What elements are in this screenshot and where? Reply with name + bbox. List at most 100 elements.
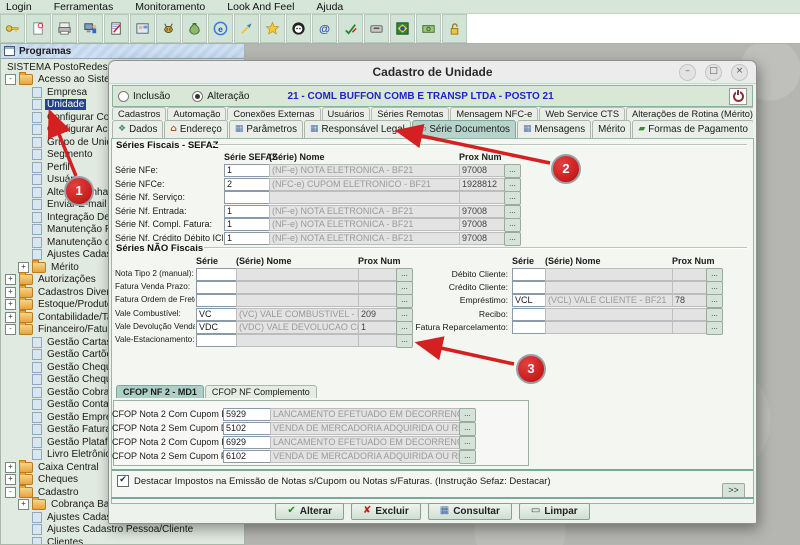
- notepad-icon[interactable]: [104, 14, 129, 43]
- serie-input[interactable]: 1: [224, 205, 272, 218]
- brazil-app-icon[interactable]: [390, 14, 415, 43]
- expander-icon[interactable]: +: [5, 312, 16, 323]
- tab-group[interactable]: Automação: [167, 107, 226, 120]
- cfop-code-input[interactable]: 6102: [223, 450, 273, 463]
- tab-page[interactable]: Mérito: [592, 120, 631, 138]
- tab-page[interactable]: Endereço: [164, 120, 227, 138]
- tab-page[interactable]: Dados: [112, 120, 163, 138]
- action-button[interactable]: Alterar: [275, 503, 344, 520]
- money-bag-icon[interactable]: [182, 14, 207, 43]
- exit-power-button[interactable]: [729, 88, 747, 105]
- cfop-code-input[interactable]: 6929: [223, 436, 273, 449]
- serie-input[interactable]: 1: [224, 218, 272, 231]
- menu-item[interactable]: Monitoramento: [135, 1, 205, 13]
- expander-icon[interactable]: -: [5, 324, 16, 335]
- expander-icon[interactable]: -: [5, 487, 16, 498]
- action-button[interactable]: Excluir: [351, 503, 421, 520]
- tab-group[interactable]: Séries Remotas: [371, 107, 449, 120]
- lookup-button[interactable]: [706, 321, 723, 335]
- lookup-button[interactable]: [504, 164, 521, 178]
- expander-icon[interactable]: +: [5, 462, 16, 473]
- lookup-button[interactable]: [706, 268, 723, 282]
- workstation-icon[interactable]: [78, 14, 103, 43]
- expander-icon[interactable]: +: [5, 274, 16, 285]
- contact-photo-icon[interactable]: [130, 14, 155, 43]
- expander-icon[interactable]: -: [5, 74, 16, 85]
- serie-input[interactable]: [512, 308, 548, 321]
- destacar-impostos-checkbox[interactable]: [117, 475, 129, 487]
- action-button[interactable]: Consultar: [428, 503, 512, 520]
- tab-group[interactable]: Web Service CTS: [539, 107, 625, 120]
- programs-panel-header[interactable]: Programas: [1, 44, 244, 59]
- tab-page[interactable]: Parâmetros: [229, 120, 303, 138]
- tree-item[interactable]: Ajustes Cadastro Pessoa/Cliente: [3, 524, 230, 537]
- cash-box-icon[interactable]: [364, 14, 389, 43]
- lookup-button[interactable]: [504, 218, 521, 232]
- lookup-button[interactable]: [504, 178, 521, 192]
- key-icon[interactable]: [0, 14, 25, 43]
- bee-icon[interactable]: [156, 14, 181, 43]
- tab-group[interactable]: Conexões Externas: [227, 107, 320, 120]
- maximize-icon[interactable]: [705, 64, 722, 81]
- tab-page[interactable]: Formas de Pagamento: [632, 120, 753, 138]
- tab-group[interactable]: Cadastros: [112, 107, 166, 120]
- serie-input[interactable]: VCL: [512, 294, 548, 307]
- expander-icon[interactable]: +: [5, 287, 16, 298]
- dialog-titlebar[interactable]: Cadastro de Unidade: [109, 61, 756, 84]
- support-icon[interactable]: [286, 14, 311, 43]
- cfop-tab[interactable]: CFOP NF Complemento: [205, 385, 317, 398]
- serie-input[interactable]: [512, 281, 548, 294]
- tab-group[interactable]: Usuários: [322, 107, 371, 120]
- signature-icon[interactable]: [338, 14, 363, 43]
- sefaz-row: Série Nf. Entrada: 1 (NF-e) NOTA ELETRON…: [112, 205, 753, 219]
- close-icon[interactable]: [731, 64, 748, 81]
- tab-group[interactable]: Mensagem NFC-e: [450, 107, 538, 120]
- menu-item[interactable]: Ferramentas: [54, 1, 114, 13]
- lookup-button[interactable]: [504, 205, 521, 219]
- lookup-button[interactable]: [459, 450, 476, 464]
- tab-page[interactable]: Série Documentos: [412, 120, 516, 138]
- cfop-tab[interactable]: CFOP NF 2 - MD1: [116, 385, 204, 398]
- printer-icon[interactable]: [52, 14, 77, 43]
- tab-page[interactable]: Responsável Legal: [304, 120, 411, 138]
- report-icon[interactable]: [26, 14, 51, 43]
- lookup-button[interactable]: [459, 436, 476, 450]
- lookup-button[interactable]: [504, 191, 521, 205]
- lookup-button[interactable]: [706, 294, 723, 308]
- tab-page[interactable]: Mensagens: [517, 120, 591, 138]
- serie-input[interactable]: [512, 268, 548, 281]
- lock-icon[interactable]: [442, 14, 467, 43]
- expander-icon[interactable]: +: [18, 499, 29, 510]
- serie-input[interactable]: 2: [224, 178, 272, 191]
- lookup-button[interactable]: [459, 408, 476, 422]
- lookup-button[interactable]: [706, 281, 723, 295]
- menu-item[interactable]: Ajuda: [316, 1, 343, 13]
- mode-radio[interactable]: Inclusão: [118, 91, 170, 102]
- cfop-code-input[interactable]: 5102: [223, 422, 273, 435]
- expander-icon[interactable]: +: [5, 474, 16, 485]
- expander-icon[interactable]: +: [5, 299, 16, 310]
- mode-radio[interactable]: Alteração: [192, 91, 249, 102]
- serie-input[interactable]: 1: [224, 164, 272, 177]
- lookup-button[interactable]: [706, 308, 723, 322]
- serie-input[interactable]: [224, 191, 272, 204]
- cfop-code-input[interactable]: 5929: [223, 408, 273, 421]
- action-button[interactable]: Limpar: [519, 503, 590, 520]
- menu-item[interactable]: Look And Feel: [227, 1, 294, 13]
- nfe-browser-icon[interactable]: e: [208, 14, 233, 43]
- serie-input[interactable]: 1: [224, 232, 272, 245]
- lookup-button[interactable]: [459, 422, 476, 436]
- star-icon[interactable]: [260, 14, 285, 43]
- serie-input[interactable]: [512, 321, 548, 334]
- email-at-icon[interactable]: @: [312, 14, 337, 43]
- serie-input[interactable]: [196, 334, 239, 347]
- lookup-button[interactable]: [396, 334, 413, 348]
- compass-icon[interactable]: [234, 14, 259, 43]
- minimize-icon[interactable]: [679, 64, 696, 81]
- money-note-icon[interactable]: [416, 14, 441, 43]
- expander-icon[interactable]: +: [18, 262, 29, 273]
- tab-group[interactable]: Alterações de Rotina (Mérito): [626, 107, 753, 120]
- tree-item[interactable]: Clientes: [3, 536, 230, 544]
- lookup-button[interactable]: [504, 232, 521, 246]
- menu-item[interactable]: Login: [6, 1, 32, 13]
